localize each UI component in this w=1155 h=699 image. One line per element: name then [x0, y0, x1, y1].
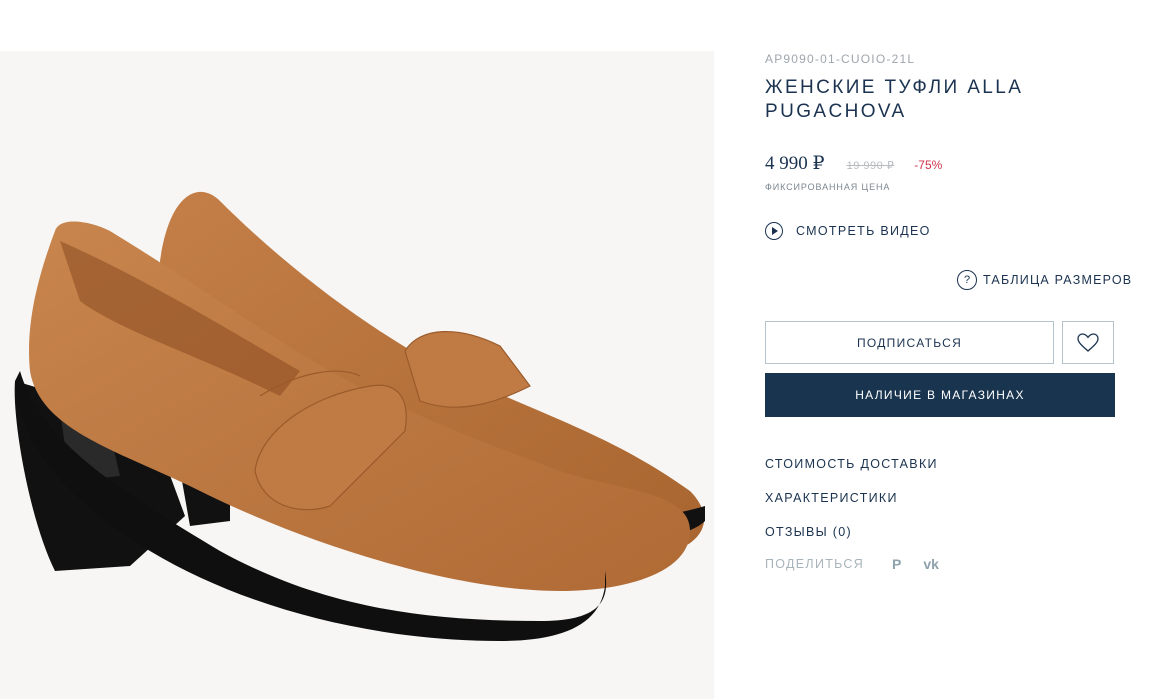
watch-video-link[interactable]: СМОТРЕТЬ ВИДЕО — [765, 222, 931, 240]
watch-video-label: СМОТРЕТЬ ВИДЕО — [796, 224, 931, 238]
old-price: 19 990 ₽ — [846, 160, 895, 172]
product-image[interactable] — [0, 51, 714, 699]
pinterest-icon[interactable]: P — [892, 556, 901, 572]
share-label: ПОДЕЛИТЬСЯ — [765, 557, 865, 571]
question-icon: ? — [957, 270, 977, 290]
play-icon — [765, 222, 783, 240]
product-info-panel: AP9090-01-CUOIO-21L ЖЕНСКИЕ ТУФЛИ ALLA P… — [765, 0, 1155, 699]
reviews-link[interactable]: ОТЗЫВЫ (0) — [765, 525, 852, 539]
share-row: ПОДЕЛИТЬСЯ P vk — [765, 556, 939, 572]
product-title: ЖЕНСКИЕ ТУФЛИ ALLA PUGACHOVA — [765, 77, 1023, 122]
delivery-cost-link[interactable]: СТОИМОСТЬ ДОСТАВКИ — [765, 457, 938, 471]
current-price: 4 990 ₽ — [765, 153, 825, 174]
vk-icon[interactable]: vk — [923, 556, 939, 572]
fixed-price-note: ФИКСИРОВАННАЯ ЦЕНА — [765, 182, 891, 192]
product-sku: AP9090-01-CUOIO-21L — [765, 52, 916, 66]
price-row: 4 990 ₽ 19 990 ₽ -75% — [765, 152, 942, 175]
size-table-label: ТАБЛИЦА РАЗМЕРОВ — [983, 273, 1133, 287]
store-availability-button[interactable]: НАЛИЧИЕ В МАГАЗИНАХ — [765, 373, 1115, 417]
characteristics-link[interactable]: ХАРАКТЕРИСТИКИ — [765, 491, 898, 505]
subscribe-button[interactable]: ПОДПИСАТЬСЯ — [765, 321, 1054, 364]
discount-badge: -75% — [914, 158, 943, 172]
loafer-shoes-image — [14, 191, 705, 641]
favorite-button[interactable] — [1062, 321, 1114, 364]
heart-icon — [1077, 332, 1099, 352]
size-table-link[interactable]: ? ТАБЛИЦА РАЗМЕРОВ — [957, 270, 1132, 290]
